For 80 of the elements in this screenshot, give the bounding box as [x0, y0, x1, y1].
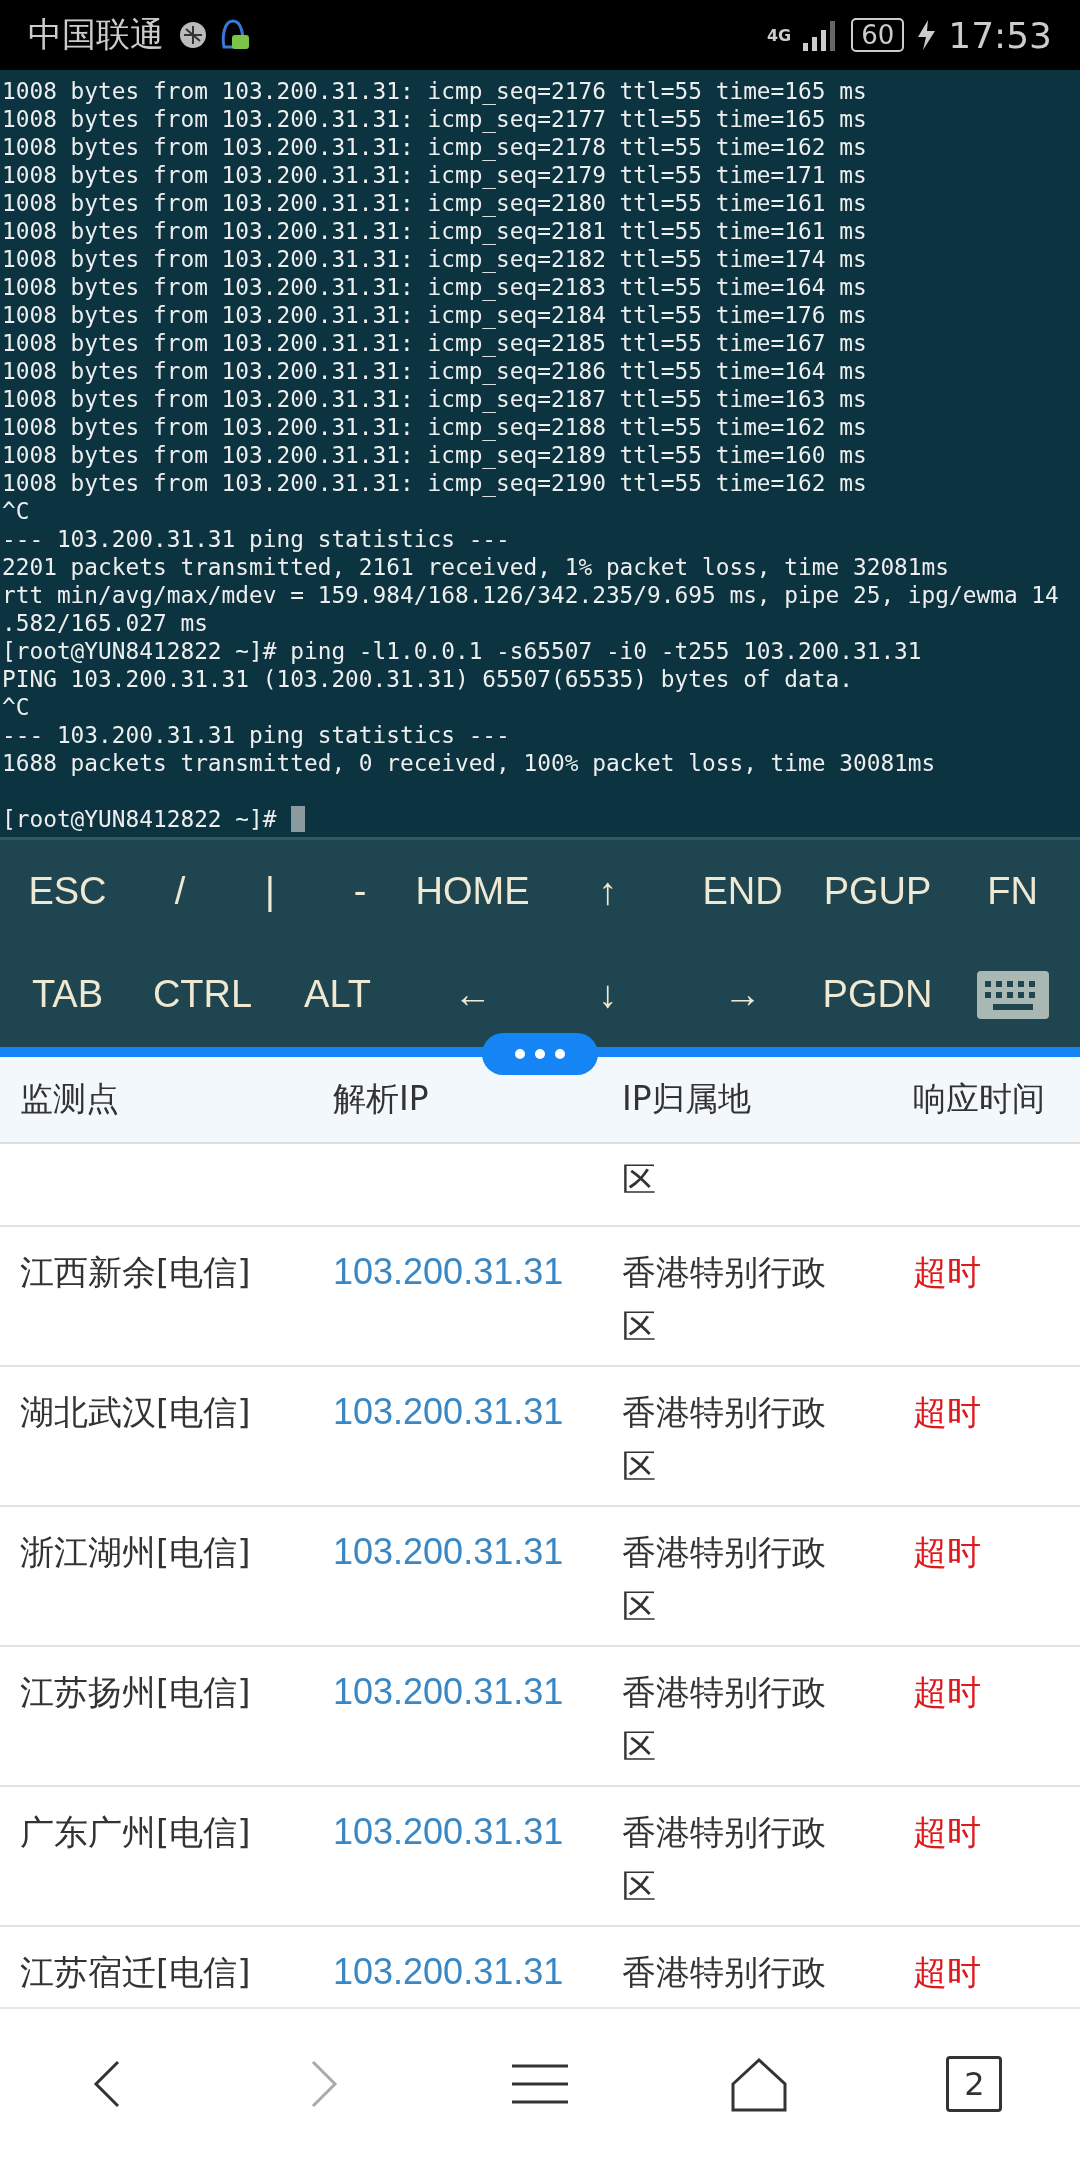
column-header: 解析IP [333, 1078, 430, 1120]
ip-link[interactable]: 103.200.31.31 [333, 1525, 622, 1579]
terminal-line: 1008 bytes from 103.200.31.31: icmp_seq=2176 ttl=55 time=165 ms [2, 77, 868, 105]
table-cell-text: 香港特别行政区 [622, 1391, 827, 1488]
ip-link[interactable]: 103.200.31.31 [333, 1805, 622, 1859]
tabs-button[interactable]: 2 [946, 2056, 1003, 2112]
terminal-line: --- 103.200.31.31 ping statistics --- [2, 721, 511, 749]
key-button[interactable]: / [174, 870, 186, 913]
keyboard-icon[interactable] [976, 970, 1049, 1019]
terminal-line: PING 103.200.31.31 (103.200.31.31) 65507(65535) bytes of data. [2, 665, 854, 693]
table-cell-text: 江苏扬州[电信] [19, 1671, 252, 1714]
ip-link[interactable]: 103.200.31.31 [333, 1385, 622, 1439]
table-cell-text: 浙江湖州[电信] [19, 1531, 252, 1574]
terminal-line: 1008 bytes from 103.200.31.31: icmp_seq=2179 ttl=55 time=171 ms [2, 161, 868, 189]
status-text: 超时 [913, 1951, 982, 1994]
terminal-line: 1008 bytes from 103.200.31.31: icmp_seq=2177 ttl=55 time=165 ms [2, 105, 868, 133]
column-header: 响应时间 [913, 1078, 1046, 1120]
terminal-line: ^C [2, 693, 31, 721]
terminal-line: 1008 bytes from 103.200.31.31: icmp_seq=2185 ttl=55 time=167 ms [2, 329, 868, 357]
terminal-line: 1008 bytes from 103.200.31.31: icmp_seq=2189 ttl=55 time=160 ms [2, 441, 868, 469]
table-cell-text: 香港特别行政区 [622, 1811, 827, 1908]
table-cell-text: 江苏宿迁[电信] [19, 1951, 252, 1994]
status-text: 超时 [913, 1251, 982, 1294]
terminal-line: 1008 bytes from 103.200.31.31: icmp_seq=2181 ttl=55 time=161 ms [2, 217, 868, 245]
key-button[interactable]: PGDN [822, 973, 933, 1016]
key-button[interactable]: PGUP [823, 870, 932, 913]
battery-indicator: 60 [851, 18, 905, 52]
key-button[interactable]: ALT [304, 973, 371, 1016]
shell-prompt: [root@YUN8412822 ~]# [2, 805, 277, 833]
terminal-line: 1008 bytes from 103.200.31.31: icmp_seq=2186 ttl=55 time=164 ms [2, 357, 868, 385]
terminal-line: .582/165.027 ms [2, 609, 209, 637]
status-text: 超时 [913, 1671, 982, 1714]
column-header: 监测点 [19, 1078, 120, 1120]
terminal-line: 1008 bytes from 103.200.31.31: icmp_seq=2178 ttl=55 time=162 ms [2, 133, 868, 161]
terminal-line: 1688 packets transmitted, 0 received, 100% packet loss, time 30081ms [2, 749, 937, 777]
key-button[interactable]: HOME [415, 870, 530, 913]
key-button[interactable]: FN [987, 870, 1038, 913]
terminal-line: 1008 bytes from 103.200.31.31: icmp_seq=2187 ttl=55 time=163 ms [2, 385, 868, 413]
key-button[interactable]: | [265, 870, 275, 913]
terminal-line: 1008 bytes from 103.200.31.31: icmp_seq=2183 ttl=55 time=164 ms [2, 273, 868, 301]
table-cell-text: 湖北武汉[电信] [19, 1391, 252, 1434]
terminal-line: [root@YUN8412822 ~]# ping -l1.0.0.1 -s65507 -i0 -t255 103.200.31.31 [2, 637, 923, 665]
circle-icon [178, 20, 208, 50]
table-cell-text: 广东广州[电信] [19, 1811, 252, 1854]
key-button[interactable]: → [723, 973, 762, 1016]
clock: 17:53 [948, 14, 1052, 56]
terminal-line: 1008 bytes from 103.200.31.31: icmp_seq=2182 ttl=55 time=174 ms [2, 245, 868, 273]
key-button[interactable]: TAB [31, 973, 104, 1016]
terminal-line: 1008 bytes from 103.200.31.31: icmp_seq=2188 ttl=55 time=162 ms [2, 413, 868, 441]
status-text: 超时 [913, 1531, 982, 1574]
ip-link[interactable]: 103.200.31.31 [333, 1945, 622, 1999]
table-cell-text: 香港特别行政区 [622, 1671, 827, 1768]
key-button[interactable]: - [353, 870, 367, 913]
network-label: 4G [766, 25, 792, 45]
ip-link[interactable]: 103.200.31.31 [333, 1665, 622, 1719]
table-cell-text: 江西新余[电信] [19, 1251, 252, 1294]
terminal-line: 2201 packets transmitted, 2161 received, 1% packet loss, time 32081ms [2, 553, 951, 581]
terminal-line: ^C [2, 497, 31, 525]
ip-link[interactable]: 103.200.31.31 [333, 1245, 622, 1299]
key-button[interactable]: ← [453, 973, 492, 1016]
status-text: 超时 [913, 1811, 982, 1854]
key-button[interactable]: CTRL [152, 973, 253, 1016]
column-header: IP归属地 [622, 1078, 752, 1120]
table-cell-text: 区 [622, 1158, 657, 1201]
key-button[interactable]: ↑ [598, 870, 617, 913]
key-button[interactable]: END [702, 870, 783, 913]
status-text: 超时 [913, 1391, 982, 1434]
terminal-line: 1008 bytes from 103.200.31.31: icmp_seq=2184 ttl=55 time=176 ms [2, 301, 868, 329]
terminal[interactable] [0, 70, 1080, 840]
key-button[interactable]: ESC [28, 870, 107, 913]
table-cell-text: 香港特别行政 [622, 1951, 827, 1994]
carrier-name: 中国联通 [28, 13, 164, 56]
table-cell-text: 香港特别行政区 [622, 1251, 827, 1348]
terminal-line: rtt min/avg/max/mdev = 159.984/168.126/342.235/9.695 ms, pipe 25, ipg/ewma 14 [2, 581, 1060, 609]
terminal-line: --- 103.200.31.31 ping statistics --- [2, 525, 511, 553]
table-cell-text: 香港特别行政区 [622, 1531, 827, 1628]
text-cursor [290, 806, 305, 832]
terminal-line: 1008 bytes from 103.200.31.31: icmp_seq=2190 ttl=55 time=162 ms [2, 469, 868, 497]
terminal-line: 1008 bytes from 103.200.31.31: icmp_seq=2180 ttl=55 time=161 ms [2, 189, 868, 217]
key-button[interactable]: ↓ [598, 973, 617, 1016]
